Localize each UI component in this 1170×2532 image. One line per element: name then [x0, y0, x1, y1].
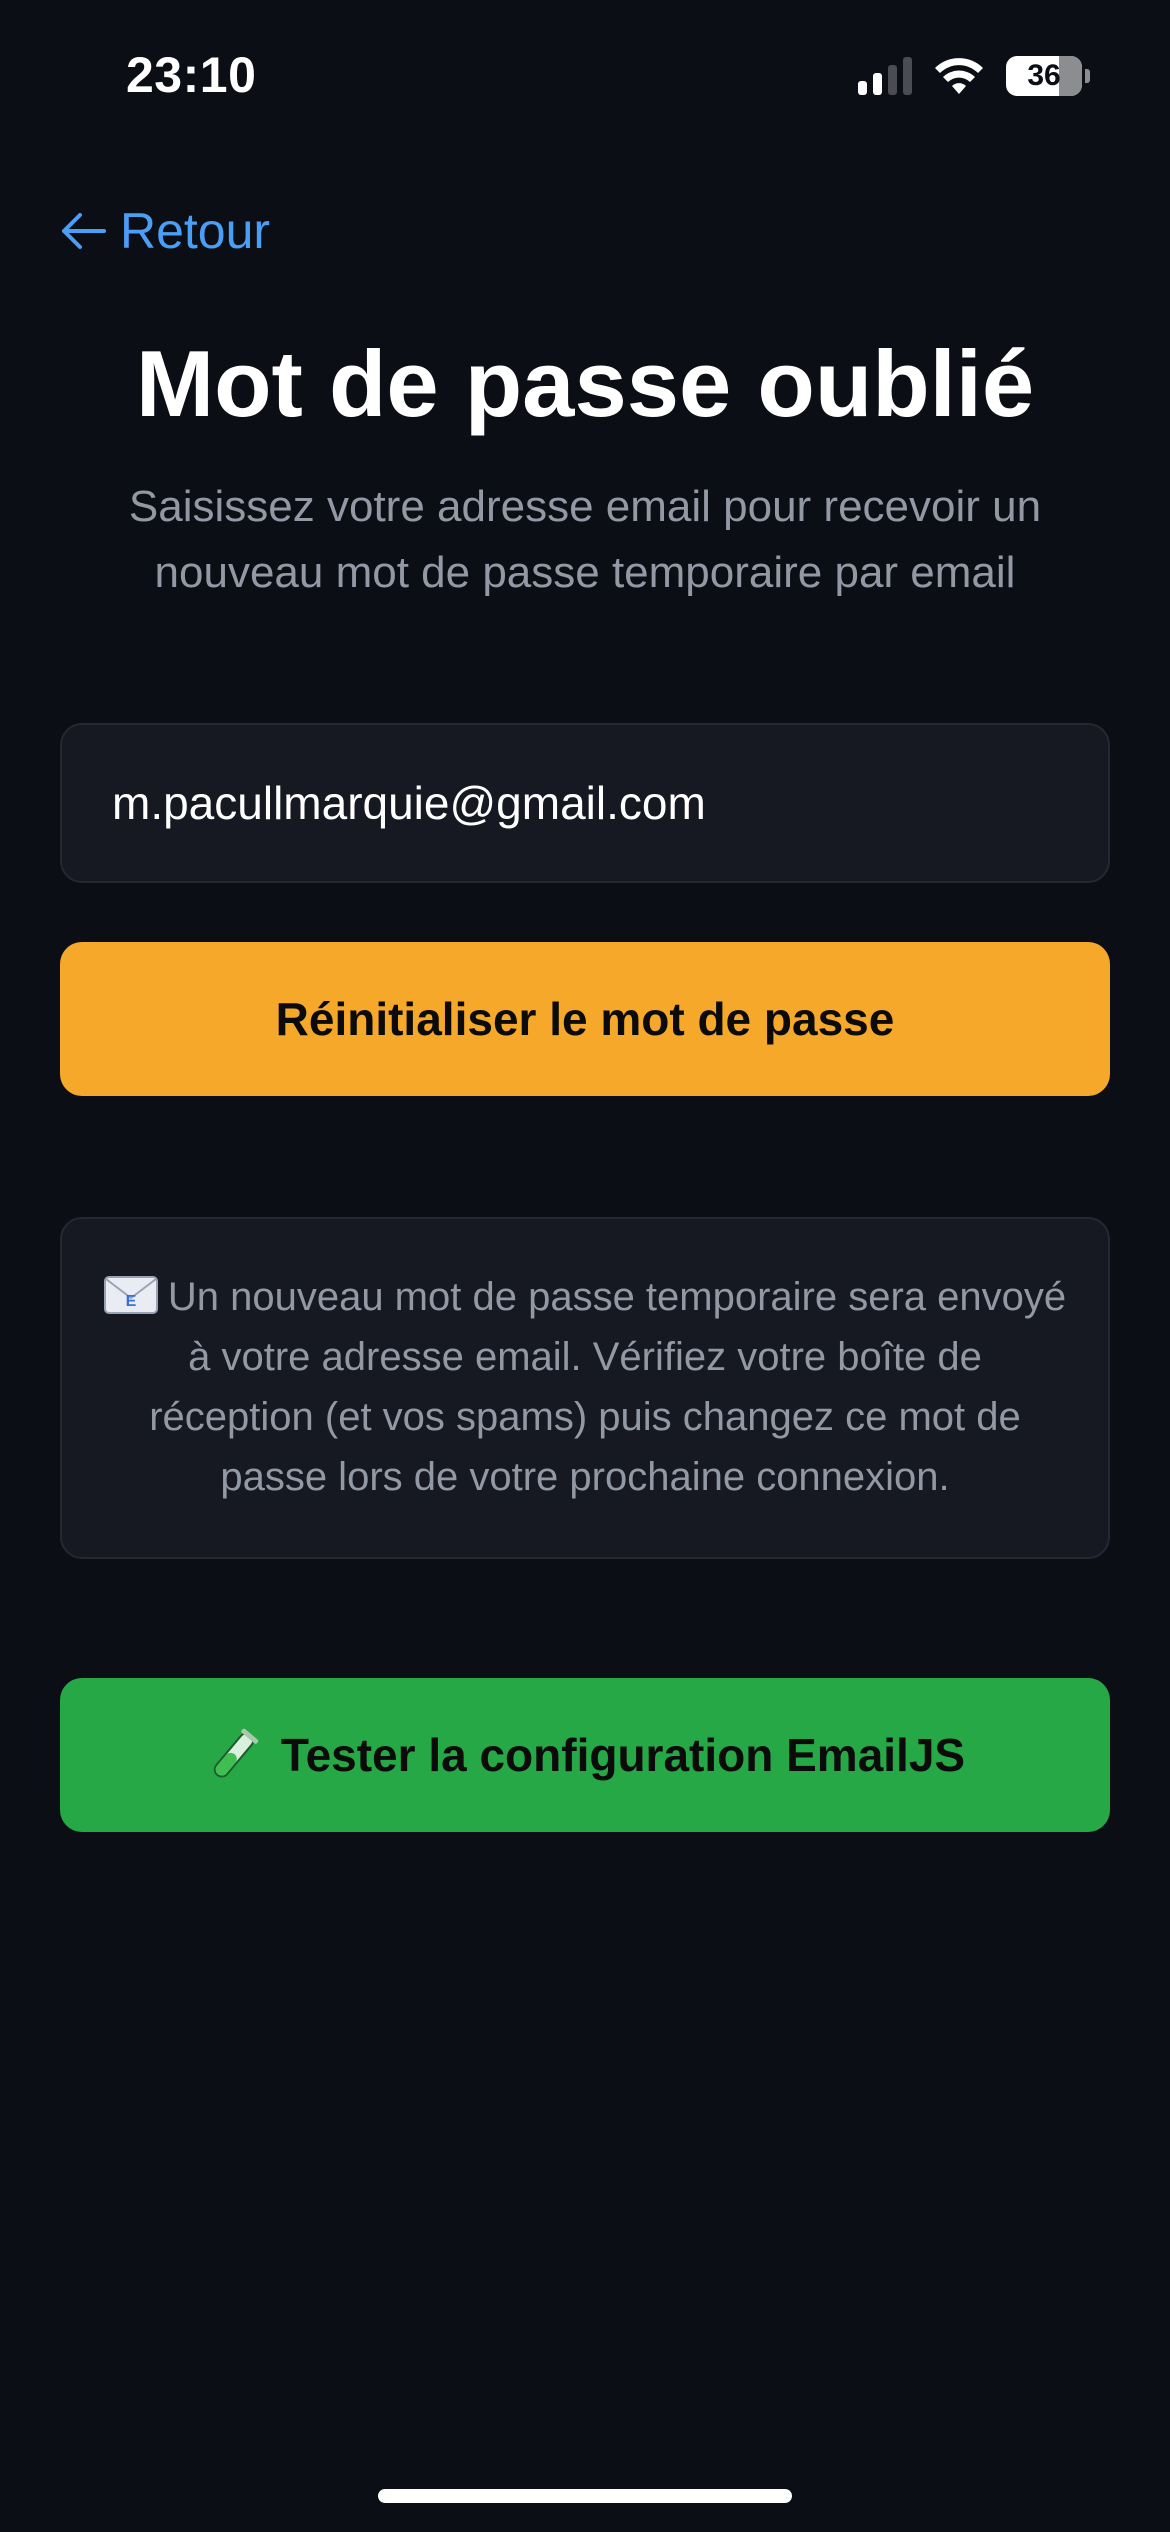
test-emailjs-button[interactable]: Tester la configuration EmailJS — [60, 1678, 1110, 1832]
status-bar: 23:10 36 — [0, 0, 1170, 150]
home-indicator[interactable] — [378, 2489, 792, 2503]
battery-icon: 36 — [1006, 56, 1090, 96]
status-icons: 36 — [858, 56, 1090, 96]
cellular-signal-icon — [858, 57, 912, 95]
arrow-left-icon — [62, 213, 106, 249]
svg-text:E: E — [126, 1293, 137, 1310]
forgot-password-screen: 23:10 36 Retour Mot de passe oublié Sais… — [0, 0, 1170, 2532]
page-title: Mot de passe oublié — [135, 331, 1035, 436]
back-label: Retour — [120, 203, 271, 259]
envelope-icon: E — [103, 1276, 158, 1314]
page-subtitle: Saisissez votre adresse email pour recev… — [128, 482, 1042, 597]
status-time: 23:10 — [126, 47, 257, 103]
test-tube-icon — [213, 1728, 259, 1778]
info-text: Un nouveau mot de passe temporaire sera … — [149, 1275, 1067, 1499]
reset-password-label: Réinitialiser le mot de passe — [275, 993, 895, 1045]
back-button[interactable]: Retour — [60, 202, 270, 260]
info-box: E Un nouveau mot de passe temporaire ser… — [60, 1217, 1110, 1559]
reset-password-button[interactable]: Réinitialiser le mot de passe — [60, 942, 1110, 1096]
battery-percentage: 36 — [1027, 59, 1061, 92]
email-input[interactable] — [60, 723, 1110, 883]
wifi-icon — [935, 58, 983, 94]
test-emailjs-label: Tester la configuration EmailJS — [280, 1729, 966, 1781]
